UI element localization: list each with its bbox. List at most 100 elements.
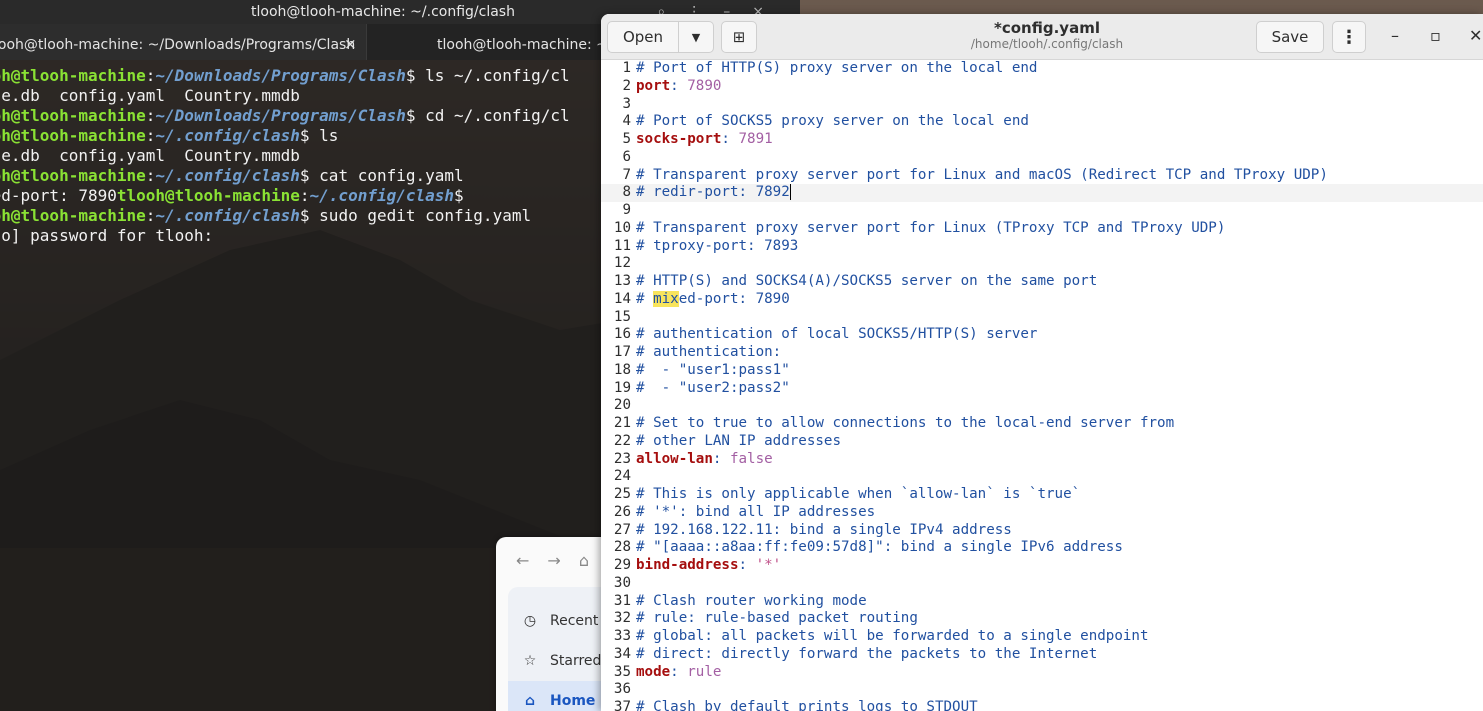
maximize-icon[interactable]: ▫	[1430, 26, 1441, 45]
line-text: # tproxy-port: 7893	[631, 238, 798, 256]
line-text: # Port of HTTP(S) proxy server on the lo…	[631, 60, 1037, 78]
editor-line[interactable]: 29 bind-address: '*'	[601, 557, 1483, 575]
editor-line[interactable]: 9	[601, 202, 1483, 220]
editor-line[interactable]: 25 # This is only applicable when `allow-…	[601, 486, 1483, 504]
code-token: # other LAN IP addresses	[636, 432, 841, 449]
code-token: # Transparent proxy server port for Linu…	[636, 166, 1328, 183]
new-tab-button[interactable]: ⊞	[721, 21, 757, 53]
window-title: *config.yaml /home/tlooh/.config/clash	[901, 19, 1193, 52]
editor-line[interactable]: 20	[601, 397, 1483, 415]
terminal-text: udo] password for tlooh:	[0, 226, 214, 245]
line-number: 34	[613, 645, 631, 662]
line-text: # '*': bind all IP addresses	[631, 504, 875, 522]
terminal-text: ooh@tlooh-machine	[0, 166, 146, 185]
editor-line[interactable]: 10 # Transparent proxy server port for Li…	[601, 220, 1483, 238]
code-token: rule	[687, 663, 722, 680]
files-window[interactable]: ← → ⌂ ◷ Recent ☆ Starred ⌂ Home	[496, 537, 616, 711]
editor-line[interactable]: 15	[601, 309, 1483, 327]
terminal-tab-label: looh@tlooh-machine: ~/Downloads/Programs…	[0, 37, 356, 53]
code-token: mix	[653, 290, 679, 307]
editor-line[interactable]: 34 # direct: directly forward the packets…	[601, 646, 1483, 664]
open-button[interactable]: Open	[607, 21, 679, 53]
line-text: bind-address: '*'	[631, 557, 781, 575]
editor-line[interactable]: 24	[601, 468, 1483, 486]
editor-line[interactable]: 18 # - "user1:pass1"	[601, 362, 1483, 380]
line-text	[631, 468, 636, 486]
back-arrow-icon[interactable]: ←	[516, 551, 529, 570]
editor-line[interactable]: 11 # tproxy-port: 7893	[601, 238, 1483, 256]
editor-line[interactable]: 8 # redir-port: 7892	[601, 184, 1483, 202]
line-text: mode: rule	[631, 664, 721, 682]
code-token: # Clash by default prints logs to STDOUT	[636, 699, 978, 711]
editor-line[interactable]: 37 # Clash by default prints logs to STDO…	[601, 699, 1483, 711]
terminal-text: ~/Downloads/Programs/Clash	[155, 106, 406, 125]
line-text: allow-lan: false	[631, 451, 773, 469]
code-token: socks-port	[636, 131, 722, 147]
editor-line[interactable]: 21 # Set to true to allow connections to …	[601, 415, 1483, 433]
editor-line[interactable]: 12	[601, 255, 1483, 273]
line-number: 7	[622, 166, 631, 183]
minimize-icon[interactable]: –	[1391, 26, 1399, 45]
forward-arrow-icon[interactable]: →	[547, 551, 560, 570]
editor-line[interactable]: 19 # - "user2:pass2"	[601, 380, 1483, 398]
sidebar-item-home[interactable]: ⌂ Home	[508, 681, 616, 711]
editor-line[interactable]: 27 # 192.168.122.11: bind a single IPv4 a…	[601, 522, 1483, 540]
editor-line[interactable]: 1 # Port of HTTP(S) proxy server on the l…	[601, 60, 1483, 78]
line-number: 5	[622, 131, 631, 147]
editor-line[interactable]: 23 allow-lan: false	[601, 451, 1483, 469]
terminal-tab-1[interactable]: looh@tlooh-machine: ~/Downloads/Programs…	[0, 24, 366, 60]
editor-line[interactable]: 16 # authentication of local SOCKS5/HTTP(…	[601, 326, 1483, 344]
editor-line[interactable]: 3	[601, 96, 1483, 114]
editor-line[interactable]: 26 # '*': bind all IP addresses	[601, 504, 1483, 522]
editor-line[interactable]: 4 # Port of SOCKS5 proxy server on the lo…	[601, 113, 1483, 131]
editor-line[interactable]: 28 # "[aaaa::a8aa:ff:fe09:57d8]": bind a …	[601, 539, 1483, 557]
editor-line[interactable]: 17 # authentication:	[601, 344, 1483, 362]
editor-line[interactable]: 36	[601, 681, 1483, 699]
editor-line[interactable]: 33 # global: all packets will be forwarde…	[601, 628, 1483, 646]
line-text	[631, 575, 636, 593]
line-text	[631, 681, 636, 699]
text-caret	[789, 184, 791, 201]
sidebar-item-starred[interactable]: ☆ Starred	[508, 641, 616, 681]
editor-line[interactable]: 22 # other LAN IP addresses	[601, 433, 1483, 451]
line-text: # Clash router working mode	[631, 593, 867, 611]
main-menu-button[interactable]: ⋮	[1332, 21, 1366, 53]
terminal-text: $ ls	[299, 126, 339, 145]
chevron-down-icon: ▼	[691, 30, 701, 44]
gedit-headerbar: Open ▼ ⊞ *config.yaml /home/tlooh/.confi…	[601, 14, 1483, 60]
terminal-text: $ ls ~/.config/cl	[405, 66, 570, 85]
line-number: 31	[613, 592, 631, 609]
line-text	[631, 96, 636, 114]
line-number: 21	[613, 415, 631, 431]
editor-line[interactable]: 35 mode: rule	[601, 664, 1483, 682]
editor-line[interactable]: 30	[601, 575, 1483, 593]
code-token: mode	[636, 663, 671, 680]
line-text: # This is only applicable when `allow-la…	[631, 486, 1080, 504]
editor-line[interactable]: 2 port: 7890	[601, 78, 1483, 96]
code-token: # rule: rule-based packet routing	[636, 610, 918, 627]
line-text: # "[aaaa::a8aa:ff:fe09:57d8]": bind a si…	[631, 539, 1123, 557]
open-menu-button[interactable]: ▼	[679, 21, 714, 53]
line-text: # Clash by default prints logs to STDOUT	[631, 699, 978, 711]
code-token: # - "user2:pass2"	[636, 379, 790, 396]
editor-line[interactable]: 31 # Clash router working mode	[601, 593, 1483, 611]
gedit-window[interactable]: Open ▼ ⊞ *config.yaml /home/tlooh/.confi…	[601, 14, 1483, 711]
editor-line[interactable]: 32 # rule: rule-based packet routing	[601, 610, 1483, 628]
home-icon[interactable]: ⌂	[579, 551, 589, 570]
close-icon[interactable]: ×	[344, 29, 357, 59]
code-token: :	[712, 450, 730, 467]
sidebar-item-recent[interactable]: ◷ Recent	[508, 601, 616, 641]
editor-line[interactable]: 7 # Transparent proxy server port for Lin…	[601, 167, 1483, 185]
close-icon[interactable]: ✕	[1469, 26, 1482, 45]
text-editor[interactable]: 1 # Port of HTTP(S) proxy server on the l…	[601, 60, 1483, 711]
editor-line[interactable]: 13 # HTTP(S) and SOCKS4(A)/SOCKS5 server …	[601, 273, 1483, 291]
code-token: :	[721, 131, 739, 147]
code-token: #	[636, 290, 654, 307]
code-token: # Transparent proxy server port for Linu…	[636, 219, 1226, 236]
line-number: 36	[613, 681, 631, 698]
save-button[interactable]: Save	[1256, 21, 1324, 53]
editor-line[interactable]: 14 # mixed-port: 7890	[601, 290, 1483, 309]
editor-line[interactable]: 5 socks-port: 7891	[601, 131, 1483, 149]
line-text: # redir-port: 7892	[631, 184, 791, 202]
editor-line[interactable]: 6	[601, 149, 1483, 167]
